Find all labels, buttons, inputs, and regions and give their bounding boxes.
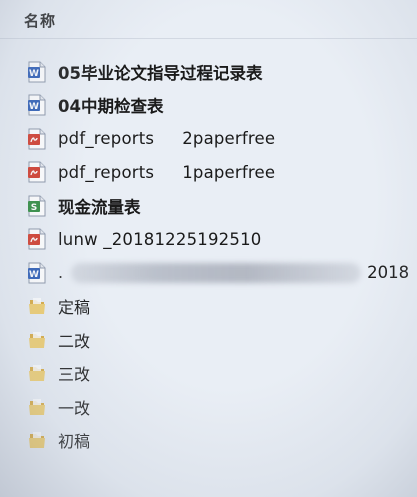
excel-sheet-icon: S — [28, 195, 46, 217]
file-row-pdf-2[interactable]: pdf_reports 1paperfree — [28, 156, 417, 190]
folder-name: 一改 — [58, 398, 91, 418]
folder-name: 三改 — [58, 365, 91, 385]
folder-icon — [28, 362, 46, 384]
folder-row-yigai[interactable]: 一改 — [28, 390, 417, 424]
file-name-part-a: pdf_reports — [58, 162, 155, 182]
folder-name: 定稿 — [58, 298, 91, 318]
folder-icon — [28, 295, 46, 317]
header-divider — [0, 38, 417, 39]
file-name-prefix: . — [58, 263, 64, 283]
svg-text:W: W — [29, 270, 39, 280]
file-row-excel[interactable]: S 现金流量表 — [28, 189, 417, 223]
file-name-part-b: 2paperfree — [182, 129, 276, 149]
folder-icon — [28, 396, 46, 418]
file-row-word-3[interactable]: W . 2018 — [28, 256, 417, 290]
folder-icon — [28, 329, 46, 351]
svg-text:W: W — [29, 102, 39, 112]
column-header-name[interactable]: 名称 — [24, 10, 56, 31]
folder-name: 初稿 — [58, 432, 91, 452]
folder-row-sangai[interactable]: 三改 — [28, 357, 417, 391]
word-doc-icon: W — [28, 94, 46, 116]
pdf-file-icon — [28, 161, 46, 183]
folder-row-ergai[interactable]: 二改 — [28, 323, 417, 357]
folder-icon — [28, 429, 46, 451]
file-name-part-a: pdf_reports — [58, 129, 155, 149]
redacted-file-name — [71, 262, 362, 283]
word-doc-icon: W — [28, 262, 46, 284]
word-doc-icon: W — [28, 61, 46, 83]
file-row-word-2[interactable]: W 04中期检查表 — [28, 89, 417, 123]
file-name: 05毕业论文指导过程记录表 — [58, 63, 263, 83]
folder-name: 二改 — [58, 331, 91, 351]
file-name: lunw _20181225192510 — [58, 229, 262, 249]
file-name: 现金流量表 — [58, 197, 141, 217]
file-row-word-1[interactable]: W 05毕业论文指导过程记录表 — [28, 55, 417, 89]
folder-row-dinggao[interactable]: 定稿 — [28, 290, 417, 324]
file-row-pdf-3[interactable]: lunw _20181225192510 — [28, 223, 417, 257]
svg-text:W: W — [29, 69, 39, 79]
folder-row-chugao[interactable]: 初稿 — [28, 424, 417, 458]
pdf-file-icon — [28, 128, 46, 150]
svg-text:S: S — [31, 203, 37, 213]
file-name-part-b: 1paperfree — [182, 162, 276, 182]
file-row-pdf-1[interactable]: pdf_reports 2paperfree — [28, 122, 417, 156]
file-name: 04中期检查表 — [58, 97, 164, 117]
pdf-file-icon — [28, 228, 46, 250]
file-name-suffix: 2018 — [367, 263, 410, 283]
file-list: W 05毕业论文指导过程记录表 W 04中期检查表 pdf_reports 2p… — [28, 55, 417, 457]
